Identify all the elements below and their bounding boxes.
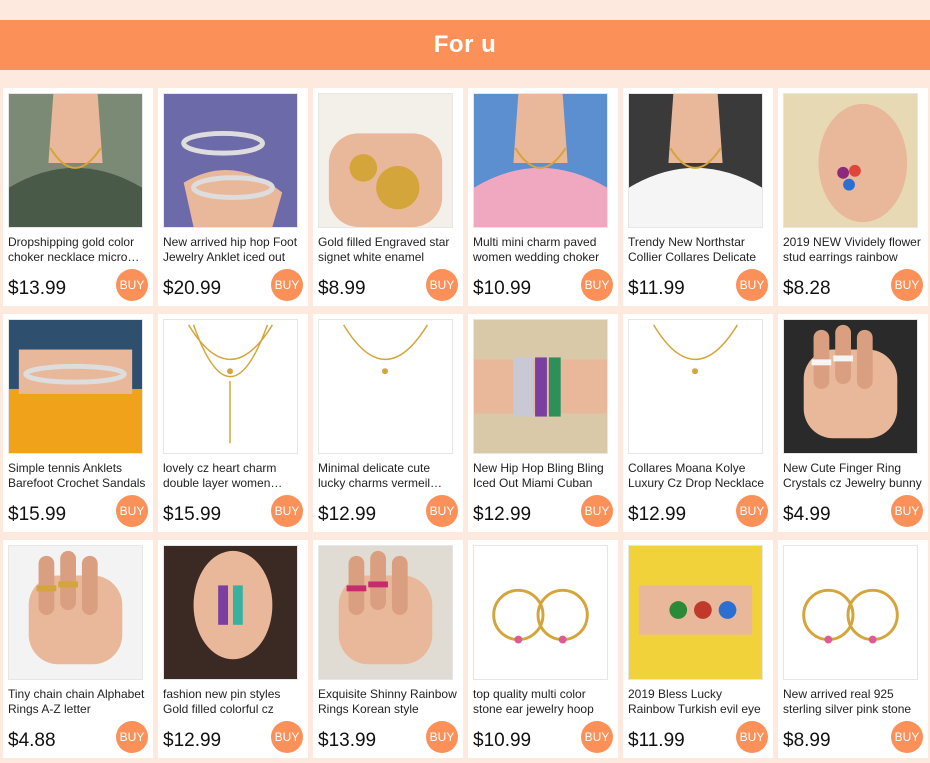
product-price: $8.28 bbox=[783, 278, 831, 299]
buy-button[interactable]: BUY bbox=[581, 495, 613, 527]
banner-title: For u bbox=[433, 31, 497, 58]
product-image[interactable] bbox=[8, 545, 143, 680]
product-image[interactable] bbox=[473, 93, 608, 228]
product-title[interactable]: lovely cz heart charm double layer women… bbox=[163, 461, 303, 491]
product-card[interactable]: top quality multi color stone ear jewelr… bbox=[468, 540, 618, 758]
product-card[interactable]: 2019 NEW Vividely flower stud earrings r… bbox=[778, 88, 928, 306]
product-image[interactable] bbox=[163, 545, 298, 680]
buy-button[interactable]: BUY bbox=[116, 269, 148, 301]
buy-button[interactable]: BUY bbox=[426, 495, 458, 527]
product-image[interactable] bbox=[318, 545, 453, 680]
product-price: $20.99 bbox=[163, 278, 222, 299]
product-title[interactable]: 2019 NEW Vividely flower stud earrings r… bbox=[783, 235, 923, 265]
product-image[interactable] bbox=[473, 319, 608, 454]
product-card[interactable]: Exquisite Shinny Rainbow Rings Korean st… bbox=[313, 540, 463, 758]
buy-button[interactable]: BUY bbox=[426, 721, 458, 753]
product-title[interactable]: Tiny chain chain Alphabet Rings A-Z lett… bbox=[8, 687, 148, 717]
product-price: $10.99 bbox=[473, 278, 532, 299]
product-image[interactable] bbox=[628, 545, 763, 680]
product-price: $15.99 bbox=[8, 504, 67, 525]
product-image[interactable] bbox=[628, 319, 763, 454]
product-card[interactable]: lovely cz heart charm double layer women… bbox=[158, 314, 308, 532]
product-price: $13.99 bbox=[318, 730, 377, 751]
buy-button[interactable]: BUY bbox=[581, 269, 613, 301]
product-image[interactable] bbox=[8, 319, 143, 454]
product-image[interactable] bbox=[628, 93, 763, 228]
product-image[interactable] bbox=[783, 319, 918, 454]
product-card[interactable]: 2019 Bless Lucky Rainbow Turkish evil ey… bbox=[623, 540, 773, 758]
product-card[interactable]: New Cute Finger Ring Crystals cz Jewelry… bbox=[778, 314, 928, 532]
buy-button[interactable]: BUY bbox=[581, 721, 613, 753]
product-title[interactable]: Gold filled Engraved star signet white e… bbox=[318, 235, 458, 265]
product-image[interactable] bbox=[318, 93, 453, 228]
buy-button[interactable]: BUY bbox=[736, 721, 768, 753]
buy-button[interactable]: BUY bbox=[736, 269, 768, 301]
buy-button[interactable]: BUY bbox=[891, 495, 923, 527]
product-price: $11.99 bbox=[628, 278, 685, 299]
product-title[interactable]: Dropshipping gold color choker necklace … bbox=[8, 235, 148, 265]
product-title[interactable]: Trendy New Northstar Collier Collares De… bbox=[628, 235, 768, 265]
product-price: $12.99 bbox=[473, 504, 532, 525]
product-price: $8.99 bbox=[783, 730, 831, 751]
buy-button[interactable]: BUY bbox=[891, 721, 923, 753]
product-price: $12.99 bbox=[318, 504, 377, 525]
product-image[interactable] bbox=[163, 319, 298, 454]
product-price: $4.99 bbox=[783, 504, 831, 525]
product-card[interactable]: New arrived real 925 sterling silver pin… bbox=[778, 540, 928, 758]
product-title[interactable]: fashion new pin styles Gold filled color… bbox=[163, 687, 303, 717]
product-card[interactable]: Multi mini charm paved women wedding cho… bbox=[468, 88, 618, 306]
product-image[interactable] bbox=[473, 545, 608, 680]
product-grid: Dropshipping gold color choker necklace … bbox=[3, 88, 928, 758]
product-image[interactable] bbox=[318, 319, 453, 454]
for-u-banner: For u bbox=[0, 20, 930, 70]
product-title[interactable]: Exquisite Shinny Rainbow Rings Korean st… bbox=[318, 687, 458, 717]
product-title[interactable]: New Cute Finger Ring Crystals cz Jewelry… bbox=[783, 461, 923, 491]
product-card[interactable]: Dropshipping gold color choker necklace … bbox=[3, 88, 153, 306]
product-price: $11.99 bbox=[628, 730, 685, 751]
product-price: $12.99 bbox=[628, 504, 687, 525]
product-title[interactable]: Simple tennis Anklets Barefoot Crochet S… bbox=[8, 461, 148, 491]
buy-button[interactable]: BUY bbox=[271, 269, 303, 301]
buy-button[interactable]: BUY bbox=[116, 495, 148, 527]
product-card[interactable]: New Hip Hop Bling Bling Iced Out Miami C… bbox=[468, 314, 618, 532]
buy-button[interactable]: BUY bbox=[271, 495, 303, 527]
product-card[interactable]: Simple tennis Anklets Barefoot Crochet S… bbox=[3, 314, 153, 532]
product-card[interactable]: Minimal delicate cute lucky charms verme… bbox=[313, 314, 463, 532]
product-price: $13.99 bbox=[8, 278, 67, 299]
product-title[interactable]: New Hip Hop Bling Bling Iced Out Miami C… bbox=[473, 461, 613, 491]
product-title[interactable]: New arrived hip hop Foot Jewelry Anklet … bbox=[163, 235, 303, 265]
product-title[interactable]: 2019 Bless Lucky Rainbow Turkish evil ey… bbox=[628, 687, 768, 717]
product-card[interactable]: Collares Moana Kolye Luxury Cz Drop Neck… bbox=[623, 314, 773, 532]
product-card[interactable]: fashion new pin styles Gold filled color… bbox=[158, 540, 308, 758]
buy-button[interactable]: BUY bbox=[116, 721, 148, 753]
product-title[interactable]: top quality multi color stone ear jewelr… bbox=[473, 687, 613, 717]
buy-button[interactable]: BUY bbox=[736, 495, 768, 527]
product-image[interactable] bbox=[783, 545, 918, 680]
product-title[interactable]: New arrived real 925 sterling silver pin… bbox=[783, 687, 923, 717]
buy-button[interactable]: BUY bbox=[271, 721, 303, 753]
product-card[interactable]: Tiny chain chain Alphabet Rings A-Z lett… bbox=[3, 540, 153, 758]
product-title[interactable]: Multi mini charm paved women wedding cho… bbox=[473, 235, 613, 265]
product-price: $10.99 bbox=[473, 730, 532, 751]
product-image[interactable] bbox=[163, 93, 298, 228]
product-image[interactable] bbox=[783, 93, 918, 228]
buy-button[interactable]: BUY bbox=[426, 269, 458, 301]
product-price: $15.99 bbox=[163, 504, 222, 525]
product-title[interactable]: Minimal delicate cute lucky charms verme… bbox=[318, 461, 458, 491]
product-title[interactable]: Collares Moana Kolye Luxury Cz Drop Neck… bbox=[628, 461, 768, 491]
product-price: $8.99 bbox=[318, 278, 366, 299]
product-price: $4.88 bbox=[8, 730, 56, 751]
product-image[interactable] bbox=[8, 93, 143, 228]
buy-button[interactable]: BUY bbox=[891, 269, 923, 301]
product-price: $12.99 bbox=[163, 730, 222, 751]
product-card[interactable]: Trendy New Northstar Collier Collares De… bbox=[623, 88, 773, 306]
product-card[interactable]: Gold filled Engraved star signet white e… bbox=[313, 88, 463, 306]
product-card[interactable]: New arrived hip hop Foot Jewelry Anklet … bbox=[158, 88, 308, 306]
